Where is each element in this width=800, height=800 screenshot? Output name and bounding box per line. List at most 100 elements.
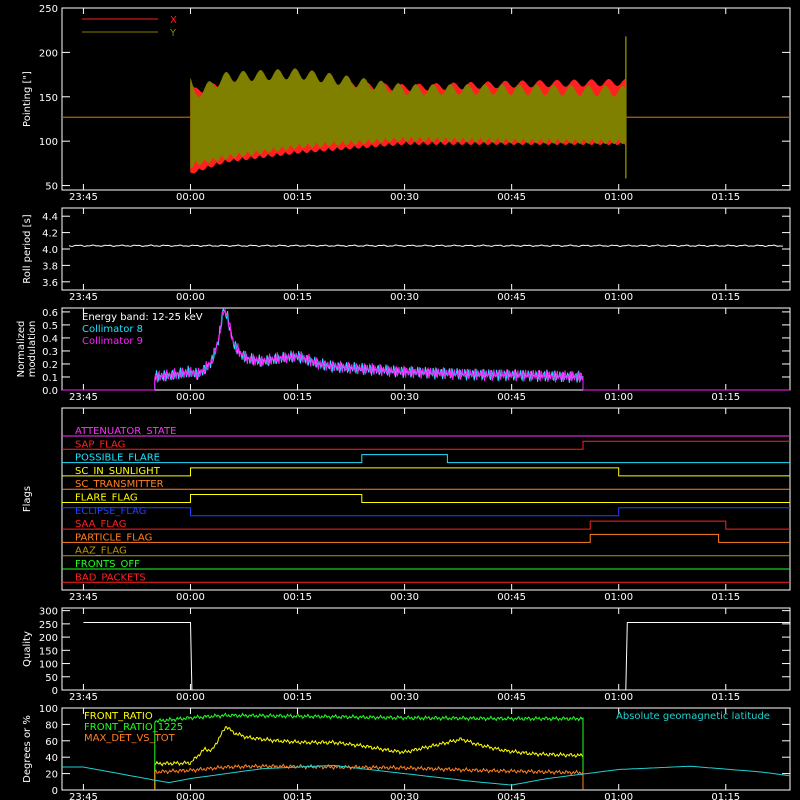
flag-line-eclipse-flag [62,507,790,517]
ratio-series-front-ratio [154,726,584,790]
flag-label-bad-packets: BAD_PACKETS [75,572,146,583]
modulation-xtick-label: 01:15 [711,392,740,403]
quality-xtick-label: 00:15 [283,692,312,703]
flags-xtick-label: 00:30 [390,592,419,603]
modulation-legend-collimator8: Collimator 8 [82,324,143,335]
flag-label-particle-flag: PARTICLE_FLAG [75,532,152,543]
flag-label-attenuator-state: ATTENUATOR_STATE [75,426,176,437]
flags-xtick-label: 00:15 [283,592,312,603]
ratios-xtick-label: 00:30 [390,792,419,800]
ratios-xtick-label: 01:00 [604,792,633,800]
ratios-xtick-label: 00:00 [176,792,205,800]
collimator9-series [154,308,584,390]
roll-xtick-label: 00:00 [176,292,205,303]
modulation-ylabel-line: Normalized [16,321,27,378]
roll-ytick-label: 3.6 [42,278,58,289]
modulation-xtick-label: 00:30 [390,392,419,403]
pointing-ytick-label: 50 [45,182,58,193]
roll-ytick-label: 4.2 [42,229,58,240]
ratio-legend-front-ratio: FRONT_RATIO [84,711,153,722]
roll-ytick-label: 3.8 [42,261,58,272]
modulation-ytick-label: 0.0 [42,386,58,397]
legend-label-y: Y [169,28,177,39]
modulation-xtick-label: 23:45 [69,392,98,403]
modulation-xtick-label: 00:45 [497,392,526,403]
quality-ytick-label: 300 [39,607,58,618]
ratios-ytick-label: 100 [39,704,58,715]
ratios-ylabel: Degrees or % [22,715,33,783]
flag-label-sc-transmitter: SC_TRANSMITTER [75,479,164,490]
ratios-ytick-label: 0 [52,786,58,797]
quality-ytick-label: 250 [39,620,58,631]
modulation-ytick-label: 0.4 [42,334,58,345]
quality-xtick-label: 00:00 [176,692,205,703]
ratios-ytick-label: 40 [45,753,58,764]
modulation-ylabel: Normalizedmodulation [16,321,38,378]
pointing-xtick-label: 00:30 [390,192,419,203]
pointing-ytick-label: 250 [39,4,58,15]
flag-label-sap-flag: SAP_FLAG [75,439,125,450]
quality-xtick-label: 00:45 [497,692,526,703]
roll-xtick-label: 23:45 [69,292,98,303]
ratios-xtick-label: 00:45 [497,792,526,800]
flag-line-sap-flag [62,440,790,450]
pointing-xtick-label: 00:45 [497,192,526,203]
ratio-legend-max-det-vs-tot: MAX_DET_VS_TOT [84,733,176,744]
roll-ytick-label: 4.4 [42,212,58,223]
ratio-series-max-det-vs-tot [154,763,584,790]
flag-label-flare-flag: FLARE_FLAG [75,493,138,504]
flag-line-saa-flag [62,520,790,530]
roll-ylabel: Roll period [s] [22,214,33,283]
flags-xtick-label: 23:45 [69,592,98,603]
flag-line-flare-flag [62,494,790,503]
ratio-series-absolute-geomagnetic-latitude [62,764,791,786]
modulation-ytick-label: 0.2 [42,360,58,371]
modulation-ytick-label: 0.5 [42,321,58,332]
pointing-ytick-label: 100 [39,137,58,148]
flags-xtick-label: 00:00 [176,592,205,603]
quality-xtick-label: 23:45 [69,692,98,703]
ratios-ytick-label: 20 [45,770,58,781]
roll-series [68,244,783,248]
legend-label-x: X [170,15,177,26]
roll-ytick-label: 4.0 [42,245,58,256]
pointing-ylabel: Pointing ["] [22,71,33,127]
roll-xtick-label: 01:15 [711,292,740,303]
flags-xtick-label: 01:00 [604,592,633,603]
modulation-xtick-label: 00:15 [283,392,312,403]
roll-xtick-label: 00:15 [283,292,312,303]
ratios-ytick-label: 80 [45,720,58,731]
pointing-xtick-label: 23:45 [69,192,98,203]
quality-ytick-label: 150 [39,646,58,657]
ratios-xtick-label: 01:15 [711,792,740,800]
pointing-xtick-label: 01:00 [604,192,633,203]
ratios-ytick-label: 60 [45,737,58,748]
roll-frame [61,207,791,291]
flags-ylabel: Flags [22,486,33,512]
modulation-ytick-label: 0.6 [42,308,58,319]
quality-frame [61,607,791,691]
dashboard: 23:45 00:00 00:15 00:30 00:45 01:00 01:15 50 100… [0,0,800,800]
flag-label-fronts-off: FRONTS_OFF [75,559,140,570]
quality-ylabel: Quality [22,631,33,667]
quality-ytick-label: 50 [45,673,58,684]
pointing-ytick-label: 150 [39,93,58,104]
pointing-xtick-label: 00:15 [283,192,312,203]
quality-ytick-label: 0 [52,686,58,697]
quality-xtick-label: 01:00 [604,692,633,703]
flag-label-aaz-flag: AAZ_FLAG [75,546,127,557]
quality-ytick-label: 200 [39,633,58,644]
pointing-xtick-label: 00:00 [176,192,205,203]
flag-line-possible-flare [62,454,790,464]
ratios-xtick-label: 23:45 [69,792,98,800]
quality-xtick-label: 01:15 [711,692,740,703]
modulation-xtick-label: 01:00 [604,392,633,403]
flag-line-particle-flag [62,533,790,543]
flag-label-saa-flag: SAA_FLAG [75,519,126,530]
modulation-legend-band: Energy band: 12-25 keV [82,312,203,323]
flag-line-sc-in-sunlight [62,467,790,477]
modulation-ylabel-line: modulation [27,321,38,378]
roll-xtick-label: 01:00 [604,292,633,303]
roll-xtick-label: 00:30 [390,292,419,303]
pointing-ytick-label: 200 [39,48,58,59]
